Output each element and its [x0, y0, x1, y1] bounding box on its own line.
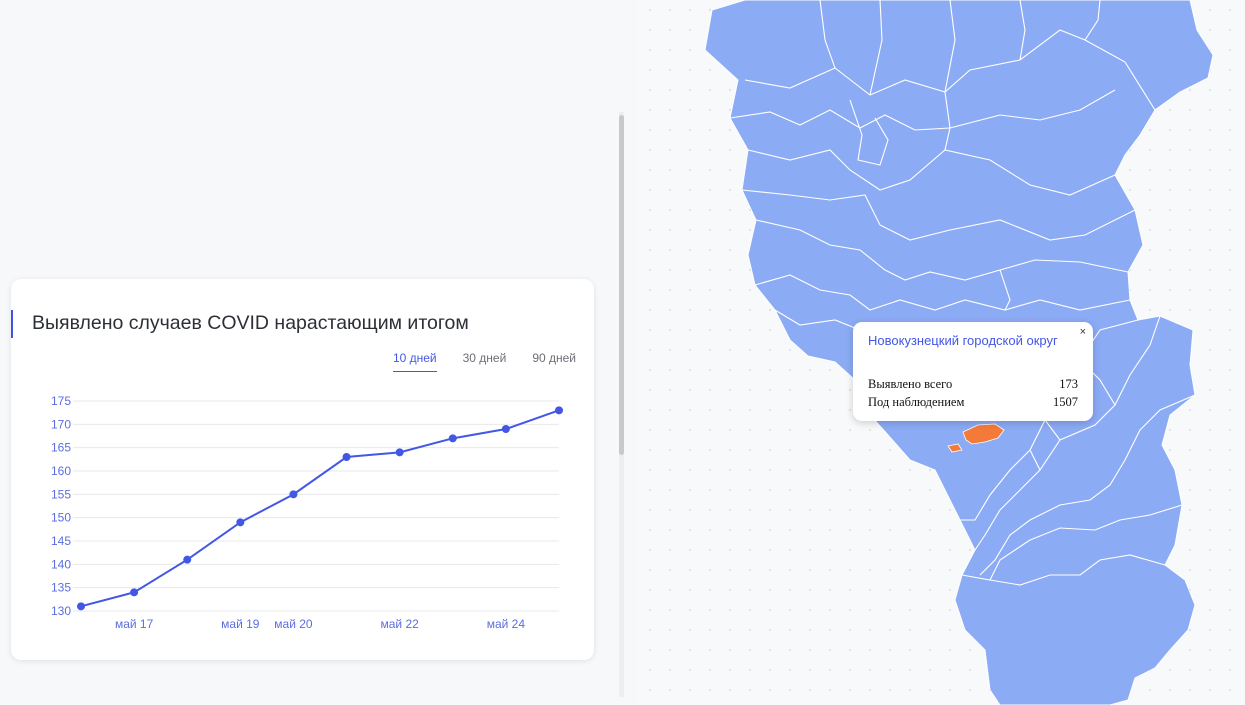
y-tick-label: 130	[51, 604, 71, 618]
tooltip-row-value: 1507	[1053, 395, 1078, 409]
tooltip-row-value: 173	[1059, 377, 1078, 391]
tooltip-row-detected: Выявлено всего 173	[868, 377, 1078, 392]
tooltip-title: Новокузнецкий городской округ	[868, 333, 1058, 348]
x-tick-label: май 19	[221, 617, 260, 631]
chart-title: Выявлено случаев COVID нарастающим итого…	[32, 312, 469, 334]
data-point[interactable]	[130, 588, 139, 597]
close-icon[interactable]: ×	[1080, 326, 1086, 338]
y-tick-label: 145	[51, 534, 71, 548]
scrollbar-thumb[interactable]	[619, 115, 624, 455]
title-accent-bar	[11, 310, 13, 338]
x-tick-label: май 20	[274, 617, 313, 631]
y-tick-label: 155	[51, 487, 71, 501]
tab-10-days[interactable]: 10 дней	[392, 351, 437, 372]
y-tick-label: 165	[51, 441, 71, 455]
y-tick-label: 135	[51, 581, 71, 595]
tab-30-days[interactable]: 30 дней	[463, 351, 507, 372]
y-tick-label: 140	[51, 557, 71, 571]
data-point[interactable]	[448, 434, 457, 443]
data-point[interactable]	[77, 602, 85, 611]
chart-card: Выявлено случаев COVID нарастающим итого…	[11, 279, 594, 660]
y-tick-label: 150	[51, 511, 71, 525]
tab-90-days[interactable]: 90 дней	[532, 351, 576, 372]
tooltip-row-observed: Под наблюдением 1507	[868, 395, 1078, 410]
data-point[interactable]	[289, 490, 298, 499]
data-point[interactable]	[395, 448, 404, 457]
line-chart: 130 135 140 145 150 155 160 165 170 175 май 17 май …	[51, 394, 563, 631]
x-tick-label: май 22	[381, 617, 420, 631]
y-tick-label: 160	[51, 464, 71, 478]
data-point[interactable]	[183, 555, 192, 564]
y-tick-label: 170	[51, 417, 71, 431]
tooltip-row-label: Под наблюдением	[868, 395, 965, 409]
series-line	[80, 409, 560, 608]
map-tooltip: × Новокузнецкий городской округ Выявлено…	[853, 322, 1093, 421]
y-tick-label: 175	[51, 394, 71, 408]
tooltip-row-label: Выявлено всего	[868, 377, 953, 391]
data-point[interactable]	[236, 518, 245, 527]
data-point[interactable]	[555, 406, 563, 415]
x-tick-label: май 17	[115, 617, 154, 631]
range-tabs: 10 дней 30 дней 90 дней	[392, 351, 576, 372]
data-point[interactable]	[501, 425, 510, 433]
data-point[interactable]	[342, 453, 351, 461]
x-tick-label: май 24	[487, 617, 526, 631]
